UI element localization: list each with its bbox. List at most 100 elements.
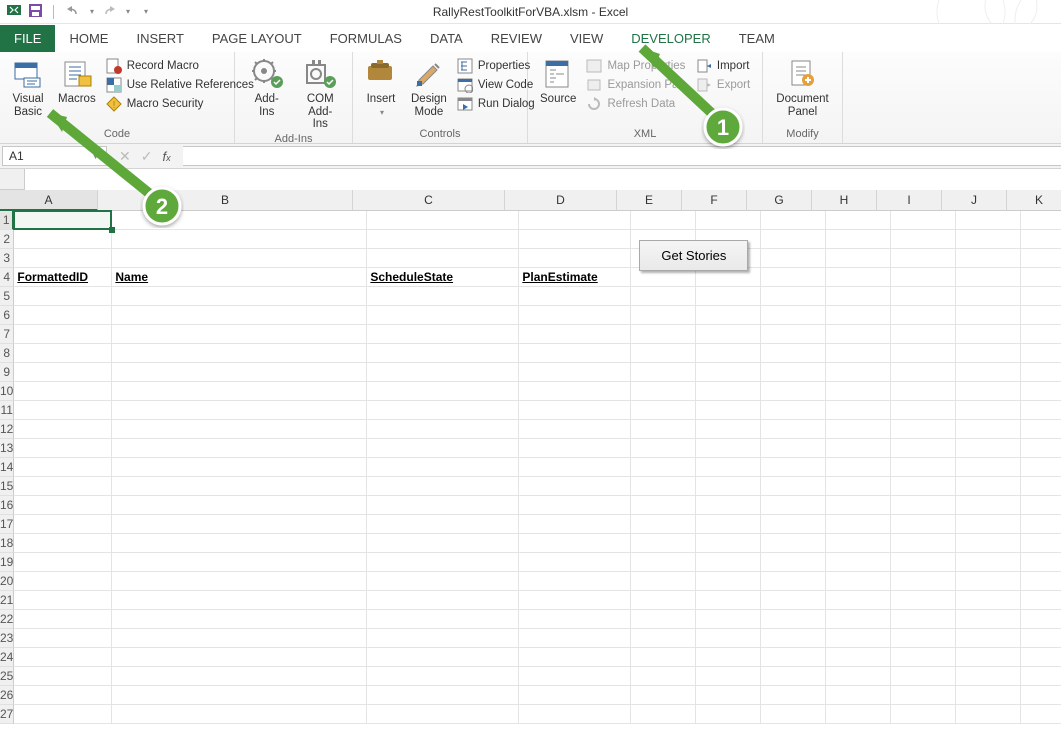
cell[interactable] bbox=[696, 705, 761, 724]
cell[interactable] bbox=[519, 230, 631, 249]
cell[interactable] bbox=[1021, 610, 1061, 629]
cell[interactable] bbox=[956, 420, 1021, 439]
cell[interactable] bbox=[519, 496, 631, 515]
cell[interactable] bbox=[891, 534, 956, 553]
cell[interactable] bbox=[761, 439, 826, 458]
cell[interactable] bbox=[14, 515, 112, 534]
row-header[interactable]: 2 bbox=[0, 230, 14, 249]
cell[interactable] bbox=[367, 344, 519, 363]
cell[interactable] bbox=[631, 667, 696, 686]
cell[interactable] bbox=[761, 553, 826, 572]
cell[interactable] bbox=[761, 572, 826, 591]
cell[interactable] bbox=[519, 686, 631, 705]
cell[interactable] bbox=[826, 458, 891, 477]
use-relative-refs-button[interactable]: Use Relative References bbox=[106, 77, 254, 93]
cell[interactable] bbox=[367, 610, 519, 629]
row-header[interactable]: 26 bbox=[0, 686, 14, 705]
cell[interactable] bbox=[631, 211, 696, 230]
cell[interactable] bbox=[112, 325, 367, 344]
cell[interactable] bbox=[761, 401, 826, 420]
row-header[interactable]: 5 bbox=[0, 287, 14, 306]
cell[interactable] bbox=[1021, 686, 1061, 705]
cell[interactable] bbox=[826, 420, 891, 439]
cell[interactable] bbox=[956, 230, 1021, 249]
cell[interactable] bbox=[891, 572, 956, 591]
row-header[interactable]: 25 bbox=[0, 667, 14, 686]
cell[interactable] bbox=[112, 420, 367, 439]
cell[interactable] bbox=[826, 515, 891, 534]
cell[interactable] bbox=[519, 610, 631, 629]
cell[interactable] bbox=[1021, 515, 1061, 534]
tab-developer[interactable]: DEVELOPER bbox=[617, 25, 724, 52]
cell[interactable] bbox=[761, 667, 826, 686]
tab-team[interactable]: TEAM bbox=[725, 25, 789, 52]
cell[interactable] bbox=[14, 306, 112, 325]
cell[interactable] bbox=[631, 648, 696, 667]
cell[interactable] bbox=[367, 477, 519, 496]
cell[interactable] bbox=[367, 401, 519, 420]
cell[interactable] bbox=[696, 477, 761, 496]
cell[interactable] bbox=[826, 553, 891, 572]
row-header[interactable]: 1 bbox=[0, 211, 14, 230]
cell[interactable] bbox=[1021, 572, 1061, 591]
cell[interactable] bbox=[631, 705, 696, 724]
cell[interactable] bbox=[519, 572, 631, 591]
cell[interactable] bbox=[696, 458, 761, 477]
cell[interactable] bbox=[891, 287, 956, 306]
cell[interactable] bbox=[826, 249, 891, 268]
cell[interactable] bbox=[631, 534, 696, 553]
cell[interactable] bbox=[956, 325, 1021, 344]
properties-button[interactable]: Properties bbox=[457, 58, 535, 74]
com-addins-button[interactable]: COM Add-Ins bbox=[297, 56, 345, 131]
insert-control-button[interactable]: Insert▾ bbox=[361, 56, 401, 117]
cell[interactable] bbox=[761, 629, 826, 648]
cell[interactable] bbox=[519, 211, 631, 230]
tab-file[interactable]: FILE bbox=[0, 25, 55, 52]
cell[interactable] bbox=[112, 287, 367, 306]
cell[interactable] bbox=[826, 572, 891, 591]
cell[interactable] bbox=[826, 648, 891, 667]
cell[interactable] bbox=[367, 458, 519, 477]
cell[interactable] bbox=[956, 534, 1021, 553]
cell[interactable] bbox=[956, 686, 1021, 705]
row-header[interactable]: 27 bbox=[0, 705, 14, 724]
formula-bar-input[interactable] bbox=[183, 146, 1061, 166]
cell[interactable] bbox=[826, 325, 891, 344]
row-header[interactable]: 10 bbox=[0, 382, 14, 401]
cell[interactable]: PlanEstimate bbox=[519, 268, 631, 287]
cell[interactable] bbox=[956, 249, 1021, 268]
cell[interactable] bbox=[956, 553, 1021, 572]
column-header-J[interactable]: J bbox=[942, 190, 1007, 211]
cell[interactable] bbox=[761, 249, 826, 268]
cell[interactable] bbox=[367, 648, 519, 667]
cell[interactable] bbox=[696, 648, 761, 667]
cell[interactable] bbox=[956, 287, 1021, 306]
cell[interactable] bbox=[631, 686, 696, 705]
cell[interactable] bbox=[1021, 344, 1061, 363]
cell[interactable] bbox=[696, 382, 761, 401]
cell[interactable] bbox=[826, 287, 891, 306]
cell[interactable] bbox=[956, 667, 1021, 686]
cell[interactable] bbox=[14, 496, 112, 515]
tab-data[interactable]: DATA bbox=[416, 25, 477, 52]
cell[interactable] bbox=[367, 230, 519, 249]
cell[interactable] bbox=[696, 591, 761, 610]
cell[interactable] bbox=[631, 591, 696, 610]
row-header[interactable]: 12 bbox=[0, 420, 14, 439]
column-header-H[interactable]: H bbox=[812, 190, 877, 211]
cell[interactable] bbox=[956, 629, 1021, 648]
cell[interactable] bbox=[761, 363, 826, 382]
cell[interactable] bbox=[519, 382, 631, 401]
cell[interactable] bbox=[519, 477, 631, 496]
cell[interactable] bbox=[14, 458, 112, 477]
column-header-K[interactable]: K bbox=[1007, 190, 1061, 211]
select-all-corner[interactable] bbox=[0, 169, 25, 190]
cell[interactable] bbox=[367, 249, 519, 268]
cell[interactable] bbox=[14, 420, 112, 439]
cell[interactable] bbox=[631, 553, 696, 572]
cell[interactable] bbox=[891, 344, 956, 363]
cell[interactable] bbox=[956, 572, 1021, 591]
row-header[interactable]: 14 bbox=[0, 458, 14, 477]
cell[interactable] bbox=[696, 287, 761, 306]
cell[interactable] bbox=[367, 534, 519, 553]
